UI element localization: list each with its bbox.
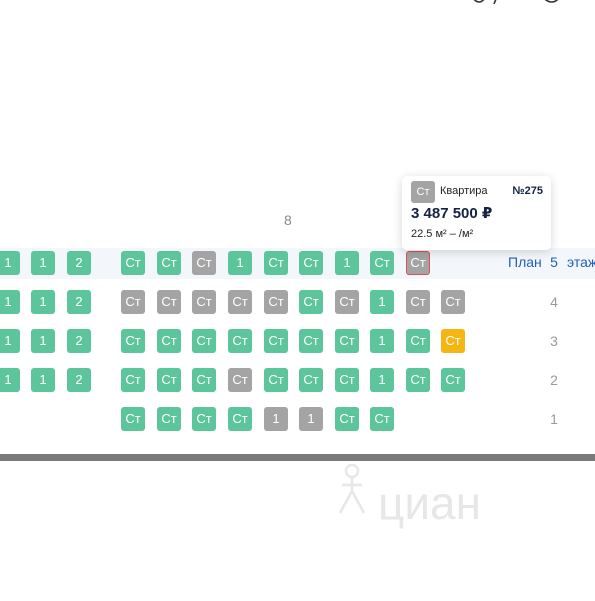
apartment-cell[interactable]: Ст (370, 407, 394, 431)
apartment-cell[interactable]: Ст (157, 329, 181, 353)
apartment-cell[interactable]: 1 (31, 290, 55, 314)
apartment-cell[interactable]: Ст (121, 368, 145, 392)
apartment-cell[interactable]: 1 (31, 329, 55, 353)
apartment-cell[interactable]: Ст (264, 368, 288, 392)
apartment-cell[interactable]: Ст (370, 251, 394, 275)
apartment-cell[interactable]: 1 (0, 329, 20, 353)
apartment-cell[interactable]: Ст (264, 290, 288, 314)
apartment-cell[interactable]: 1 (370, 329, 394, 353)
apartment-cell[interactable]: Ст (441, 290, 465, 314)
apartment-cell[interactable]: Ст (299, 251, 323, 275)
apartment-cell[interactable]: 2 (67, 290, 91, 314)
apartment-tooltip: Ст Квартира №275 3 487 500 ₽ 22.5 м² – /… (402, 176, 551, 250)
apartment-cell[interactable]: 1 (31, 368, 55, 392)
apartment-cell[interactable]: Ст (335, 329, 359, 353)
apartment-cell[interactable]: Ст (406, 251, 430, 275)
apartment-cell[interactable]: Ст (299, 329, 323, 353)
apartment-cell[interactable]: 1 (31, 251, 55, 275)
apartment-cell[interactable]: Ст (192, 407, 216, 431)
apartment-cell[interactable]: Ст (406, 368, 430, 392)
apartment-cell[interactable]: Ст (264, 329, 288, 353)
apartment-cell[interactable]: Ст (157, 251, 181, 275)
svg-text:циан: циан (378, 477, 481, 529)
apartment-cell[interactable]: Ст (406, 329, 430, 353)
apartment-cell[interactable]: Ст (335, 290, 359, 314)
apartment-cell[interactable]: Ст (299, 368, 323, 392)
apartment-cell[interactable]: Ст (441, 368, 465, 392)
apartment-cell[interactable]: 1 (0, 251, 20, 275)
apartment-cell[interactable]: Ст (406, 290, 430, 314)
apartment-cell[interactable]: 2 (67, 329, 91, 353)
floor-number[interactable]: 3 (544, 333, 564, 349)
apartment-cell[interactable]: Ст (228, 290, 252, 314)
floor-number[interactable]: 5 (544, 254, 564, 270)
apartment-cell[interactable]: Ст (228, 368, 252, 392)
tooltip-type-badge: Ст (411, 181, 435, 203)
apartment-cell[interactable]: Ст (121, 329, 145, 353)
floor-number[interactable]: 4 (544, 294, 564, 310)
apartment-cell[interactable]: Ст (335, 407, 359, 431)
apartment-cell[interactable]: Ст (335, 368, 359, 392)
apartment-cell[interactable]: 1 (370, 290, 394, 314)
apartment-cell[interactable]: Ст (228, 329, 252, 353)
apartment-cell[interactable]: Ст (192, 290, 216, 314)
header-fragment-icon (473, 0, 559, 5)
apartment-cell[interactable]: Ст (192, 251, 216, 275)
apartment-cell[interactable]: Ст (157, 290, 181, 314)
cian-logo-icon: циан (338, 463, 481, 529)
floor-word-label: этаж (567, 254, 595, 270)
apartment-cell[interactable]: Ст (157, 368, 181, 392)
apartment-cell[interactable]: 1 (299, 407, 323, 431)
section-label: 8 (284, 212, 292, 228)
tooltip-apartment-number: №275 (512, 185, 543, 197)
tooltip-area: 22.5 м² – /м² (411, 228, 474, 240)
apartment-cell[interactable]: Ст (121, 290, 145, 314)
apartment-cell[interactable]: Ст (192, 329, 216, 353)
apartment-cell[interactable]: Ст (192, 368, 216, 392)
apartment-cell[interactable]: Ст (157, 407, 181, 431)
tooltip-price: 3 487 500 ₽ (411, 205, 493, 222)
apartment-cell[interactable]: Ст (264, 251, 288, 275)
apartment-cell[interactable]: 2 (67, 251, 91, 275)
apartment-cell[interactable]: Ст (299, 290, 323, 314)
apartment-cell[interactable]: 2 (67, 368, 91, 392)
apartment-cell[interactable]: 1 (264, 407, 288, 431)
apartment-cell[interactable]: Ст (441, 329, 465, 353)
apartment-cell[interactable]: 1 (335, 251, 359, 275)
tooltip-apartment-type: Квартира (440, 185, 488, 197)
apartment-cell[interactable]: Ст (121, 251, 145, 275)
apartment-cell[interactable]: 1 (0, 290, 20, 314)
apartment-cell[interactable]: Ст (228, 407, 252, 431)
floor-number[interactable]: 2 (544, 372, 564, 388)
apartment-cell[interactable]: Ст (121, 407, 145, 431)
apartment-cell[interactable]: 1 (228, 251, 252, 275)
apartment-cell[interactable]: 1 (370, 368, 394, 392)
floor-number[interactable]: 1 (544, 411, 564, 427)
floor-plan-link[interactable]: План (508, 254, 542, 270)
apartment-cell[interactable]: 1 (0, 368, 20, 392)
